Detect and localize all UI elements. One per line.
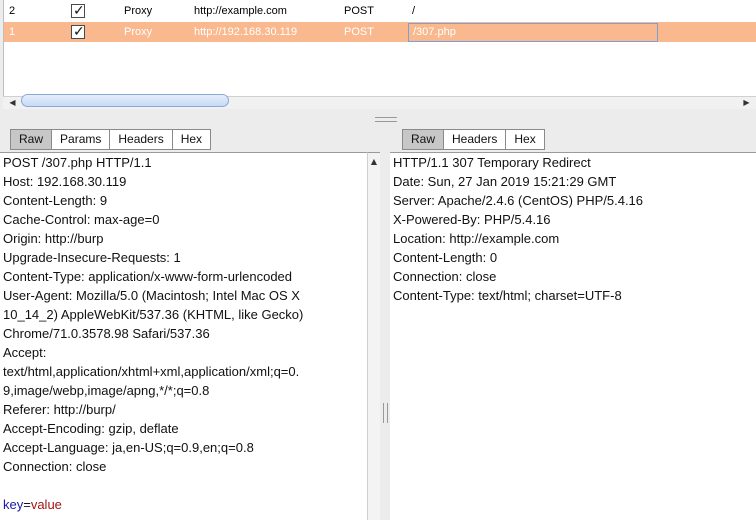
response-line: X-Powered-By: PHP/5.4.16 <box>393 212 551 227</box>
burp-repeater-window: 2 Proxy http://example.com POST / 1 Prox… <box>0 0 756 520</box>
tab-hex[interactable]: Hex <box>506 129 545 150</box>
request-editor[interactable]: POST /307.php HTTP/1.1 Host: 192.168.30.… <box>0 152 367 520</box>
row-url: / <box>412 5 416 17</box>
request-line: Upgrade-Insecure-Requests: 1 <box>3 250 181 265</box>
body-key: key <box>3 497 24 512</box>
response-editor[interactable]: HTTP/1.1 307 Temporary Redirect Date: Su… <box>390 152 756 520</box>
tab-hex[interactable]: Hex <box>172 129 212 150</box>
request-line: Accept: <box>3 345 47 360</box>
row-checkbox[interactable] <box>71 1 89 21</box>
response-line: Date: Sun, 27 Jan 2019 15:21:29 GMT <box>393 174 617 189</box>
request-line: POST /307.php HTTP/1.1 <box>3 155 152 170</box>
request-line: Chrome/71.0.3578.98 Safari/537.36 <box>3 326 210 341</box>
request-body: key=value <box>0 495 367 514</box>
response-line: Server: Apache/2.4.6 (CentOS) PHP/5.4.16 <box>393 193 644 208</box>
history-horizontal-scrollbar[interactable]: ◀ ▶ <box>3 94 756 109</box>
table-row-selected[interactable]: 1 Proxy http://192.168.30.119 POST /307.… <box>4 22 756 42</box>
row-host: http://192.168.30.119 <box>194 26 298 38</box>
row-checkbox[interactable] <box>71 22 89 42</box>
request-line: User-Agent: Mozilla/5.0 (Macintosh; Inte… <box>3 288 300 303</box>
request-line: Accept-Language: ja,en-US;q=0.9,en;q=0.8 <box>3 440 254 455</box>
request-line: Referer: http://burp/ <box>3 402 116 417</box>
tab-raw[interactable]: Raw <box>10 129 53 150</box>
body-equals: = <box>23 497 31 512</box>
row-number: 2 <box>9 5 16 17</box>
arrow-left-icon[interactable]: ◀ <box>6 97 19 109</box>
response-tabbar: Raw Headers Hex <box>390 127 756 152</box>
request-line-blank <box>0 476 367 495</box>
vertical-splitter[interactable] <box>381 127 390 520</box>
row-tool: Proxy <box>124 5 153 17</box>
row-method: POST <box>344 5 374 17</box>
request-line: Origin: http://burp <box>3 231 104 246</box>
request-line: Connection: close <box>3 459 107 474</box>
scrollbar-thumb[interactable] <box>21 94 229 107</box>
horizontal-splitter[interactable] <box>0 113 756 125</box>
row-tool: Proxy <box>124 26 153 38</box>
request-line: 10_14_2) AppleWebKit/537.36 (KHTML, like… <box>3 307 304 322</box>
splitter-grip-icon <box>383 403 388 423</box>
request-tabbar: Raw Params Headers Hex <box>0 127 380 152</box>
request-line: 9,image/webp,image/apng,*/*;q=0.8 <box>3 383 210 398</box>
arrow-right-icon[interactable]: ▶ <box>740 97 753 109</box>
tab-headers[interactable]: Headers <box>444 129 507 150</box>
checkmark-icon <box>71 1 85 21</box>
response-line: Content-Type: text/html; charset=UTF-8 <box>393 288 622 303</box>
request-line: text/html,application/xhtml+xml,applicat… <box>3 364 300 379</box>
splitter-grip-icon <box>375 117 397 122</box>
response-line: Connection: close <box>393 269 497 284</box>
request-line: Content-Type: application/x-www-form-url… <box>3 269 293 284</box>
history-table[interactable]: 2 Proxy http://example.com POST / 1 Prox… <box>3 0 756 98</box>
request-pane: Raw Params Headers Hex POST /307.php HTT… <box>0 127 380 520</box>
request-line: Host: 192.168.30.119 <box>3 174 127 189</box>
row-method: POST <box>344 26 374 38</box>
arrow-up-icon[interactable]: ▲ <box>368 157 380 166</box>
tab-params[interactable]: Params <box>52 129 111 150</box>
request-line: Cache-Control: max-age=0 <box>3 212 160 227</box>
response-line: Location: http://example.com <box>393 231 560 246</box>
table-row[interactable]: 2 Proxy http://example.com POST / <box>4 1 756 21</box>
row-url-editor[interactable]: /307.php <box>408 23 658 42</box>
request-vertical-scrollbar[interactable]: ▲ <box>367 152 380 520</box>
response-line: HTTP/1.1 307 Temporary Redirect <box>393 155 591 170</box>
response-pane: Raw Headers Hex HTTP/1.1 307 Temporary R… <box>390 127 756 520</box>
request-line: Accept-Encoding: gzip, deflate <box>3 421 179 436</box>
body-value: value <box>30 497 62 512</box>
row-number: 1 <box>9 26 16 38</box>
tab-headers[interactable]: Headers <box>110 129 173 150</box>
row-host: http://example.com <box>194 5 287 17</box>
response-line: Content-Length: 0 <box>393 250 498 265</box>
request-line: Content-Length: 9 <box>3 193 108 208</box>
tab-raw[interactable]: Raw <box>402 129 445 150</box>
checkmark-icon <box>71 22 85 42</box>
